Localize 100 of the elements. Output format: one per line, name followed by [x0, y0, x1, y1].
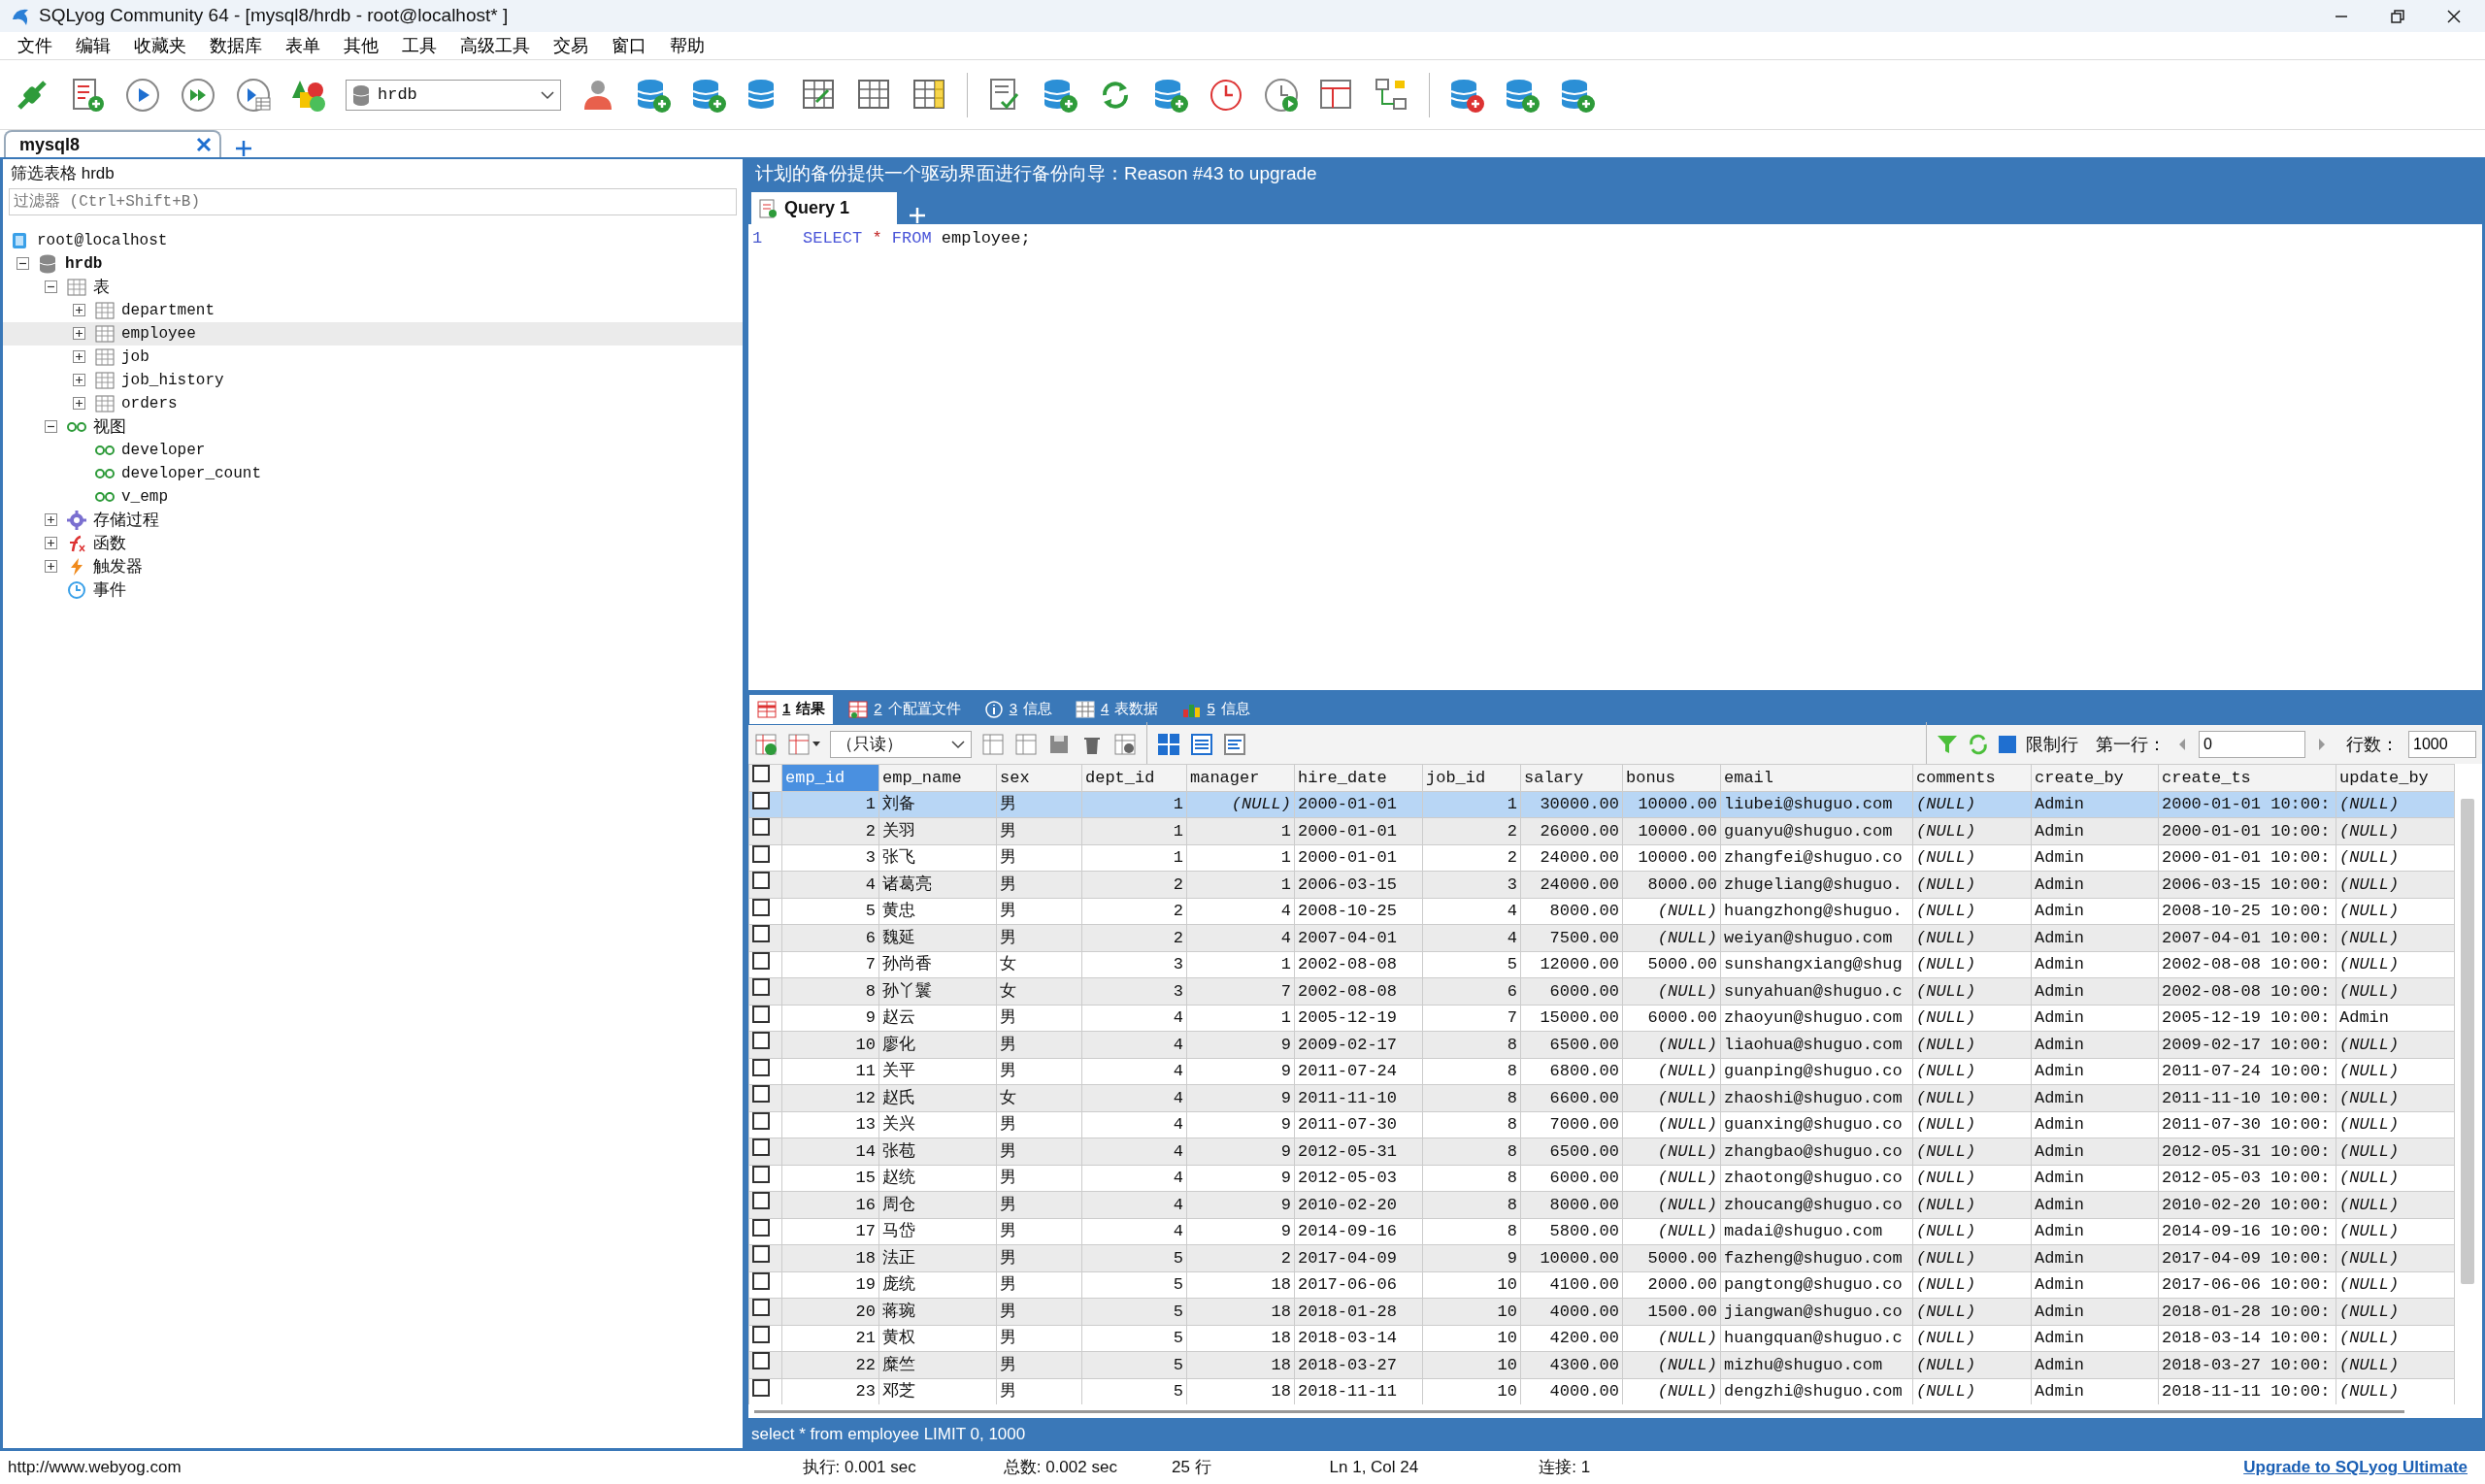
menu-item[interactable]: 编辑: [64, 32, 122, 59]
menu-item[interactable]: 窗口: [600, 32, 658, 59]
table-row[interactable]: 7 孙尚香 女 3 1 2002-08-08 5 12000.00 5000.00 sunshangxiang@shug (NULL) Admin 2002-08-08 10:00: (NULL): [748, 951, 2455, 978]
expand-icon[interactable]: [72, 374, 85, 386]
collapse-icon[interactable]: [44, 420, 57, 433]
result-tab[interactable]: 2 个配置文件: [841, 694, 969, 724]
table-row[interactable]: 2 关羽 男 1 1 2000-01-01 2 26000.00 10000.00 guanyu@shuguo.com (NULL) Admin 2000-01-01 10:00: (NULL): [748, 817, 2455, 844]
row-checkbox[interactable]: [752, 925, 770, 942]
tree-item[interactable]: 事件: [3, 577, 743, 602]
row-checkbox[interactable]: [752, 1245, 770, 1263]
tree-item[interactable]: developer: [3, 438, 743, 462]
table-row[interactable]: 9 赵云 男 4 1 2005-12-19 7 15000.00 6000.00 zhaoyun@shuguo.com (NULL) Admin 2005-12-19 10:00: Admin: [748, 1005, 2455, 1032]
mode-dropdown[interactable]: （只读）: [830, 731, 972, 758]
column-header[interactable]: create_ts: [2158, 764, 2336, 791]
play-table-icon[interactable]: [235, 76, 272, 114]
table-row[interactable]: 14 张苞 男 4 9 2012-05-31 8 6500.00 (NULL) zhangbao@shuguo.co (NULL) Admin 2012-05-31 10:00: (NULL): [748, 1138, 2455, 1165]
row-checkbox[interactable]: [752, 978, 770, 996]
column-header[interactable]: sex: [996, 764, 1082, 791]
row-checkbox[interactable]: [752, 1138, 770, 1156]
select-all-checkbox[interactable]: [752, 765, 770, 782]
result-tab[interactable]: 3 信息: [976, 694, 1061, 724]
connection-tab[interactable]: mysql8: [4, 130, 221, 157]
tree-item[interactable]: 视图: [3, 414, 743, 439]
vertical-scrollbar[interactable]: [2461, 799, 2474, 1284]
row-checkbox[interactable]: [752, 818, 770, 836]
column-header[interactable]: email: [1720, 764, 1913, 791]
database-selector[interactable]: hrdb: [346, 79, 561, 111]
row-checkbox[interactable]: [752, 1352, 770, 1369]
filter-field[interactable]: 过滤器 (Ctrl+Shift+B): [9, 187, 737, 215]
table-row[interactable]: 15 赵统 男 4 9 2012-05-03 8 6000.00 (NULL) zhaotong@shuguo.co (NULL) Admin 2012-05-03 10:00: (NULL): [748, 1165, 2455, 1192]
tree-item[interactable]: orders: [3, 391, 743, 415]
table-row[interactable]: 3 张飞 男 1 1 2000-01-01 2 24000.00 10000.00 zhangfei@shuguo.co (NULL) Admin 2000-01-01 10:00: (NULL): [748, 844, 2455, 872]
first-row-field[interactable]: 0: [2199, 731, 2305, 758]
table-row[interactable]: 18 法正 男 5 2 2017-04-09 9 10000.00 5000.00 fazheng@shuguo.com (NULL) Admin 2017-04-09 10:00: (NULL): [748, 1244, 2455, 1271]
result-tab[interactable]: 5 信息: [1174, 694, 1258, 724]
tree-item[interactable]: 表: [3, 275, 743, 299]
menu-item[interactable]: 其他: [332, 32, 390, 59]
tree-item[interactable]: employee: [3, 321, 743, 346]
column-header[interactable]: job_id: [1422, 764, 1521, 791]
menu-item[interactable]: 表单: [274, 32, 332, 59]
play-clock-icon[interactable]: [1263, 76, 1300, 114]
column-header[interactable]: dept_id: [1081, 764, 1187, 791]
text-view-icon[interactable]: [1223, 733, 1246, 756]
row-checkbox[interactable]: [752, 872, 770, 889]
plus-icon[interactable]: [235, 140, 252, 157]
column-header[interactable]: emp_name: [878, 764, 997, 791]
website-link[interactable]: http://www.webyog.com: [8, 1455, 182, 1480]
save-icon[interactable]: [1047, 733, 1071, 756]
limit-checkbox[interactable]: [1999, 736, 2016, 753]
tree-item[interactable]: 函数: [3, 531, 743, 555]
table-row[interactable]: 16 周仓 男 4 9 2010-02-20 8 8000.00 (NULL) zhoucang@shuguo.co (NULL) Admin 2010-02-20 10:00: (NULL): [748, 1191, 2455, 1218]
expand-icon[interactable]: [44, 513, 57, 526]
upgrade-link[interactable]: Upgrade to SQLyog Ultimate: [2243, 1455, 2468, 1480]
tree-item[interactable]: 触发器: [3, 554, 743, 578]
tree-item[interactable]: root@localhost: [3, 228, 743, 252]
expand-icon[interactable]: [72, 327, 85, 340]
table-row[interactable]: 10 廖化 男 4 9 2009-02-17 8 6500.00 (NULL) liaohua@shuguo.com (NULL) Admin 2009-02-17 10:00: (NULL): [748, 1031, 2455, 1058]
table-row[interactable]: 1 刘备 男 1 (NULL) 2000-01-01 1 30000.00 10000.00 liubei@shuguo.com (NULL) Admin 2000-01-01 10:00: (NULL): [748, 791, 2455, 818]
table-add-icon[interactable]: [754, 733, 778, 756]
column-header[interactable]: create_by: [2031, 764, 2159, 791]
column-header[interactable]: comments: [1912, 764, 2032, 791]
menu-item[interactable]: 交易: [542, 32, 600, 59]
table-row[interactable]: 20 蒋琬 男 5 18 2018-01-28 10 4000.00 1500.00 jiangwan@shuguo.co (NULL) Admin 2018-01-28 10:00: (NULL): [748, 1298, 2455, 1325]
row-checkbox[interactable]: [752, 1299, 770, 1316]
expand-icon[interactable]: [44, 560, 57, 573]
form-view-icon[interactable]: [1190, 733, 1213, 756]
tree-item[interactable]: developer_count: [3, 461, 743, 485]
table-row[interactable]: 21 黄权 男 5 18 2018-03-14 10 4200.00 (NULL) huangquan@shuguo.c (NULL) Admin 2018-03-14 10:00: (NULL): [748, 1325, 2455, 1352]
tree-item[interactable]: job_history: [3, 368, 743, 392]
row-count-field[interactable]: 1000: [2408, 731, 2476, 758]
table-row[interactable]: 19 庞统 男 5 18 2017-06-06 10 4100.00 2000.00 pangtong@shuguo.co (NULL) Admin 2017-06-06 10:00: (NULL): [748, 1271, 2455, 1299]
tree-item[interactable]: job: [3, 345, 743, 369]
table-row[interactable]: 22 糜竺 男 5 18 2018-03-27 10 4300.00 (NULL) mizhu@shuguo.com (NULL) Admin 2018-03-27 10:00: (NULL): [748, 1351, 2455, 1378]
tree-item[interactable]: 存储过程: [3, 508, 743, 532]
menu-item[interactable]: 高级工具: [448, 32, 542, 59]
menu-item[interactable]: 帮助: [658, 32, 716, 59]
table-row[interactable]: 17 马岱 男 4 9 2014-09-16 8 5800.00 (NULL) madai@shuguo.com (NULL) Admin 2014-09-16 10:00: (NULL): [748, 1218, 2455, 1245]
table-row[interactable]: 5 黄忠 男 2 4 2008-10-25 4 8000.00 (NULL) huangzhong@shuguo. (NULL) Admin 2008-10-25 10:00: (NULL): [748, 898, 2455, 925]
menu-item[interactable]: 工具: [390, 32, 448, 59]
menu-item[interactable]: 文件: [6, 32, 64, 59]
row-checkbox[interactable]: [752, 1085, 770, 1103]
tree-item[interactable]: department: [3, 298, 743, 322]
play-icon[interactable]: [124, 76, 161, 114]
expand-icon[interactable]: [72, 350, 85, 363]
table-row[interactable]: 13 关兴 男 4 9 2011-07-30 8 7000.00 (NULL) guanxing@shuguo.co (NULL) Admin 2011-07-30 10:00: (NULL): [748, 1111, 2455, 1138]
table-row[interactable]: 4 诸葛亮 男 2 1 2006-03-15 3 24000.00 8000.00 zhugeliang@shuguo. (NULL) Admin 2006-03-15 10:00: (NULL): [748, 871, 2455, 898]
menu-item[interactable]: 收藏夹: [122, 32, 198, 59]
result-tab[interactable]: 4 表数据: [1068, 694, 1167, 724]
grid-view-icon[interactable]: [1157, 733, 1180, 756]
fast-forward-icon[interactable]: [180, 76, 216, 114]
column-header[interactable]: bonus: [1622, 764, 1721, 791]
result-tab[interactable]: 1 结果: [749, 694, 834, 724]
table-row[interactable]: 6 魏延 男 2 4 2007-04-01 4 7500.00 (NULL) weiyan@shuguo.com (NULL) Admin 2007-04-01 10:00: (NULL): [748, 924, 2455, 951]
tree-item[interactable]: hrdb: [3, 251, 743, 276]
query-tab[interactable]: Query 1: [751, 192, 897, 224]
table-row[interactable]: 12 赵氏 女 4 9 2011-11-10 8 6600.00 (NULL) zhaoshi@shuguo.com (NULL) Admin 2011-11-10 10:00: (NULL): [748, 1084, 2455, 1111]
table-row[interactable]: 11 关平 男 4 9 2011-07-24 8 6800.00 (NULL) guanping@shuguo.co (NULL) Admin 2011-07-24 10:00: (NULL): [748, 1058, 2455, 1085]
collapse-icon[interactable]: [44, 280, 57, 293]
restore-icon[interactable]: [2390, 8, 2405, 24]
column-header[interactable]: salary: [1520, 764, 1623, 791]
